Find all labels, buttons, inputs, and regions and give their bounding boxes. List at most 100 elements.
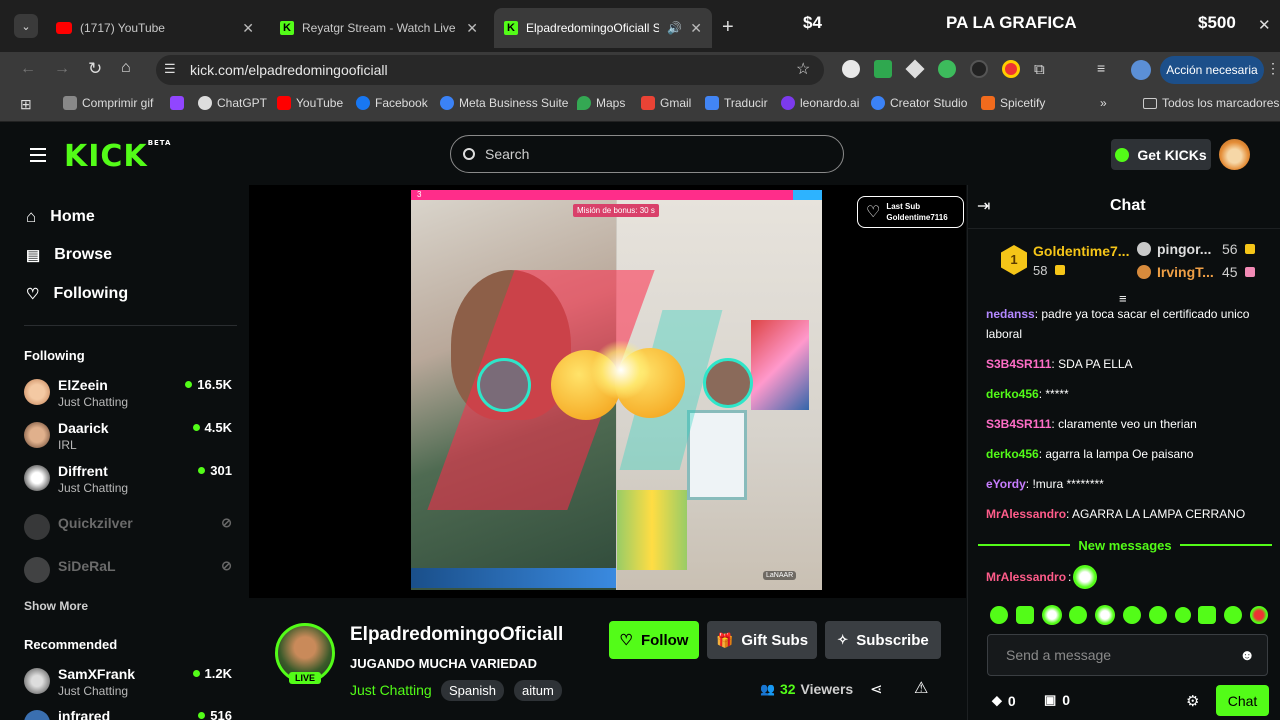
bookmark-chatgpt[interactable]: ChatGPT [198,96,267,110]
chat-username[interactable]: derko456 [986,387,1039,401]
nav-home[interactable]: ⌂ Home [26,207,95,227]
forward-arrow-icon[interactable]: → [54,60,70,78]
emote-2-icon[interactable] [1015,606,1034,624]
bookmark-facebook[interactable]: Facebook [356,96,428,110]
browser-menu-icon[interactable]: ⋮ [1266,60,1280,77]
stream-category[interactable]: Just Chatting [350,682,432,698]
action-needed-button[interactable]: Acción necesaria [1160,56,1264,84]
video-frame[interactable]: 3 Misión de bonus: 30 s LaNAAR [411,190,822,590]
bookmark-leonardo[interactable]: leonardo.ai [781,96,859,110]
url-field[interactable]: kick.com/elpadredomingooficiall [156,55,824,85]
extension-green-icon[interactable] [938,60,956,78]
kicks-box[interactable]: ▣ 0 [1044,692,1070,708]
chat-username[interactable]: eYordy [986,477,1026,491]
emote-1-icon[interactable] [990,606,1008,624]
emote-3-icon[interactable] [1041,605,1062,625]
gift-subs-button[interactable]: 🎁 Gift Subs [707,621,817,659]
close-tab-icon[interactable]: ✕ [242,20,254,37]
emoji-picker-icon[interactable]: ☻ [1239,647,1255,664]
kick-logo[interactable]: KICKBETA [64,139,171,174]
subscribe-button[interactable]: ✧ Subscribe [825,621,941,659]
report-warning-icon[interactable]: ⚠ [914,678,928,698]
recommended-channel-item[interactable]: SamXFrank Just Chatting 1.2K [24,666,234,702]
bookmark-star-icon[interactable]: ☆ [796,59,810,79]
show-more-link[interactable]: Show More [24,599,88,613]
extension-shield-icon[interactable] [905,59,925,79]
chat-username[interactable]: nedanss [986,307,1035,321]
tab-search-button[interactable]: ⌄ [14,14,38,38]
live-dot-icon [192,670,200,677]
leaderboard-second[interactable]: pingor... 56 [1137,241,1257,259]
profile-avatar[interactable] [1131,60,1151,80]
browser-tab-active[interactable]: K ElpadredomingoOficiall Stream 🔊 ✕ [494,8,712,48]
emote-11-icon[interactable] [1249,606,1268,624]
new-tab-button[interactable]: + [722,16,734,39]
browser-tab-youtube[interactable]: (1717) YouTube ✕ [46,12,264,44]
send-chat-button[interactable]: Chat [1216,685,1269,716]
bookmarks-overflow-icon[interactable]: » [1100,96,1107,110]
tag-aitum[interactable]: aitum [514,680,562,701]
emote-6-icon[interactable] [1122,606,1141,624]
get-kicks-button[interactable]: Get KICKs [1111,139,1211,170]
chat-message-input[interactable]: Send a message ☻ [987,634,1268,676]
following-channel-item[interactable]: SiDeRaL ⊘ [24,555,234,591]
user-avatar[interactable] [1219,139,1250,170]
reload-icon[interactable]: ↻ [88,59,102,79]
following-channel-item[interactable]: Quickzilver ⊘ [24,512,234,548]
bookmark-meta[interactable]: Meta Business Suite [440,96,568,110]
bookmark-twitch[interactable] [170,96,184,110]
emote-7-icon[interactable] [1148,606,1167,624]
site-settings-icon[interactable]: ☰ [164,61,176,77]
translate-icon [705,96,719,110]
bookmark-traducir[interactable]: Traducir [705,96,768,110]
chat-username[interactable]: derko456 [986,447,1039,461]
apps-grid-icon[interactable]: ⊞ [20,96,32,113]
emote-8-icon[interactable] [1174,607,1191,623]
emote-9-icon[interactable] [1198,606,1217,624]
nav-following[interactable]: ♡ Following [26,285,128,303]
share-icon[interactable]: ⋖ [870,680,883,698]
follow-button[interactable]: ♡ Follow [609,621,699,659]
home-icon[interactable]: ⌂ [121,59,131,77]
close-tab-icon[interactable]: ✕ [690,20,702,37]
all-bookmarks-folder[interactable]: Todos los marcadores [1143,96,1279,110]
collapse-chat-icon[interactable]: ⇥ [977,196,990,216]
bookmark-youtube[interactable]: YouTube [277,96,343,110]
chat-username[interactable]: S3B4SR111 [986,417,1051,431]
recommended-channel-item[interactable]: infrared 516 [24,708,234,720]
chat-settings-gear-icon[interactable]: ⚙ [1186,692,1199,710]
hamburger-menu-icon[interactable] [30,148,46,162]
emote-4-icon[interactable] [1069,606,1088,624]
new-messages-divider[interactable]: New messages [978,536,1273,554]
leaderboard-third[interactable]: IrvingT... 45 [1137,264,1257,282]
back-arrow-icon[interactable]: ← [20,60,36,78]
leaderboard-first[interactable]: 1 Goldentime7... 58 [1001,243,1131,279]
channel-points[interactable]: ⬥ 0 [992,692,1016,709]
close-tab-icon[interactable]: ✕ [466,20,478,37]
extensions-puzzle-icon[interactable]: ⧉ [1034,61,1045,78]
extension-add-icon[interactable] [842,60,860,78]
bookmark-maps[interactable]: Maps [577,96,625,110]
browser-tab-reyatgr[interactable]: K Reyatgr Stream - Watch Live on Kick ✕ [270,12,488,44]
bookmark-spicetify[interactable]: Spicetify [981,96,1045,110]
window-close-icon[interactable]: ✕ [1258,16,1271,34]
emote-5-icon[interactable] [1095,605,1116,625]
extension-color-icon[interactable] [1002,60,1020,78]
channel-name[interactable]: ElpadredomingoOficiall [350,624,563,646]
tag-spanish[interactable]: Spanish [441,680,504,701]
emote-10-icon[interactable] [1224,606,1243,624]
chat-username[interactable]: MrAlessandro [986,507,1066,521]
bookmark-gmail[interactable]: Gmail [641,96,691,110]
extension-download-icon[interactable] [874,60,892,78]
chat-username[interactable]: S3B4SR111 [986,357,1051,371]
nav-browse[interactable]: ▤ Browse [26,246,112,264]
following-channel-item[interactable]: Diffrent Just Chatting 301 [24,463,234,499]
extension-dark-icon[interactable] [970,60,988,78]
search-input[interactable]: Search [450,135,844,173]
reading-list-icon[interactable]: ≡ [1097,60,1105,76]
bookmark-comprimir-gif[interactable]: Comprimir gif [63,96,153,110]
bookmark-creator-studio[interactable]: Creator Studio [871,96,967,110]
following-channel-item[interactable]: ElZeein Just Chatting 16.5K [24,377,234,413]
following-channel-item[interactable]: Daarick IRL 4.5K [24,420,234,456]
speaker-icon[interactable]: 🔊 [667,21,682,35]
